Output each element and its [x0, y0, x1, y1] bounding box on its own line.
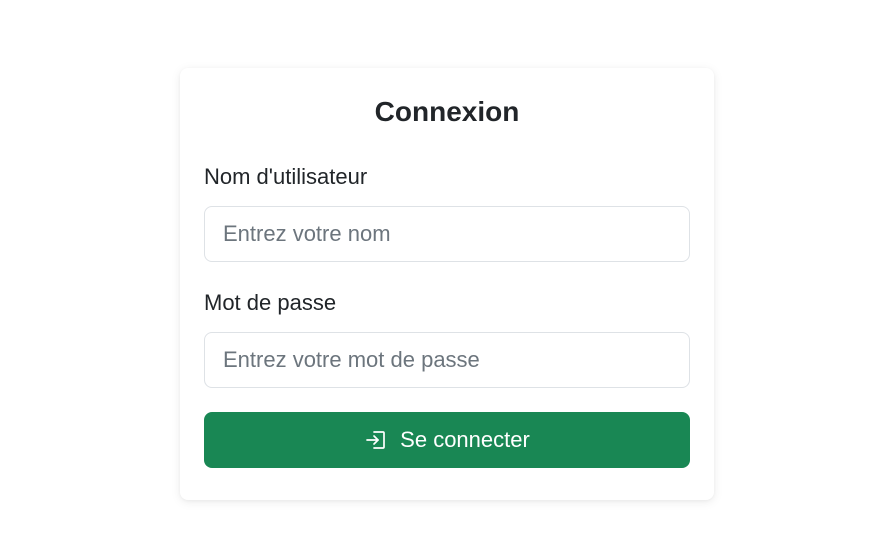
password-input[interactable]	[204, 332, 690, 388]
login-card: Connexion Nom d'utilisateur Mot de passe…	[180, 68, 714, 500]
username-input[interactable]	[204, 206, 690, 262]
username-label: Nom d'utilisateur	[204, 164, 368, 189]
login-icon	[364, 428, 388, 452]
password-label: Mot de passe	[204, 290, 337, 315]
page-title: Connexion	[374, 96, 520, 127]
login-button[interactable]: Se connecter	[204, 412, 690, 468]
login-button-label: Se connecter	[400, 427, 530, 452]
